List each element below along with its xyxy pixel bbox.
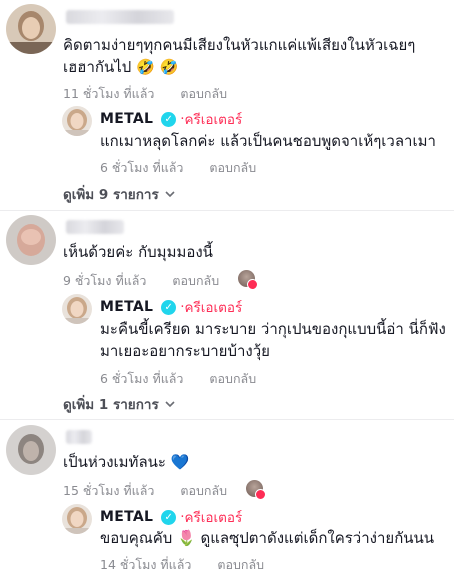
reply-button[interactable]: ตอบกลับ <box>217 557 264 572</box>
avatar-image <box>62 106 92 136</box>
creator-liked-avatar <box>238 270 258 290</box>
view-more-label: ดูเพิ่ม 9 รายการ <box>63 187 159 203</box>
reply-timestamp: 14 ชั่วโมง ที่แล้ว <box>100 557 192 572</box>
creator-label: ครีเอเตอร์ <box>184 300 243 316</box>
comment-meta: 9 ชั่วโมง ที่แล้ว ตอบกลับ <box>63 271 219 291</box>
creator-label: ครีเอเตอร์ <box>184 510 243 526</box>
creator-avatar[interactable] <box>62 504 92 534</box>
creator-liked-avatar <box>246 480 266 500</box>
comment-timestamp: 9 ชั่วโมง ที่แล้ว <box>63 273 147 288</box>
verified-icon: ✓ <box>161 111 177 127</box>
comment-text: คิดตามง่ายๆทุกคนมีเสียงในหัวแกแค่แพ้เสีย… <box>63 36 416 76</box>
heart-badge-icon <box>255 489 266 500</box>
reply-header: METAL ✓ · ครีเอเตอร์ <box>100 296 242 318</box>
view-more-replies-button[interactable]: ดูเพิ่ม 9 รายการ <box>63 183 175 205</box>
comment-timestamp: 15 ชั่วโมง ที่แล้ว <box>63 483 155 498</box>
creator-name[interactable]: METAL <box>100 111 153 127</box>
commenter-avatar[interactable] <box>6 4 56 54</box>
commenter-name-redacted[interactable] <box>66 220 124 234</box>
avatar-image <box>62 504 92 534</box>
chevron-down-icon <box>165 188 175 201</box>
creator-avatar[interactable] <box>62 106 92 136</box>
creator-avatar[interactable] <box>62 294 92 324</box>
reply-header: METAL ✓ · ครีเอเตอร์ <box>100 506 242 528</box>
view-more-replies-button[interactable]: ดูเพิ่ม 1 รายการ <box>63 393 175 415</box>
reply-meta: 14 ชั่วโมง ที่แล้ว ตอบกลับ <box>100 555 264 575</box>
reply-button[interactable]: ตอบกลับ <box>209 371 256 386</box>
commenter-avatar[interactable] <box>6 425 56 475</box>
creator-name[interactable]: METAL <box>100 299 153 315</box>
reply-meta: 6 ชั่วโมง ที่แล้ว ตอบกลับ <box>100 369 256 389</box>
avatar-image <box>6 4 56 54</box>
avatar-image <box>6 425 56 475</box>
reply-button[interactable]: ตอบกลับ <box>180 483 227 498</box>
avatar-image <box>62 294 92 324</box>
reply-text: แกเมาหลุดโลกค่ะ แล้วเป็นคนชอบพูดจาเห้ๆเว… <box>100 132 436 150</box>
reply-text: มะคืนขี้เครียด มาระบาย ว่ากุเปนของกุแบบน… <box>100 320 446 360</box>
creator-name[interactable]: METAL <box>100 509 153 525</box>
comment-text: เห็นด้วยค่ะ กับมุมมองนี้ <box>63 243 213 261</box>
comment-meta: 11 ชั่วโมง ที่แล้ว ตอบกลับ <box>63 84 227 104</box>
reply-timestamp: 6 ชั่วโมง ที่แล้ว <box>100 160 184 175</box>
comment-timestamp: 11 ชั่วโมง ที่แล้ว <box>63 86 155 101</box>
chevron-down-icon <box>165 398 175 411</box>
thread-divider <box>0 210 454 211</box>
comment-meta: 15 ชั่วโมง ที่แล้ว ตอบกลับ <box>63 481 227 501</box>
reply-button[interactable]: ตอบกลับ <box>180 86 227 101</box>
reply-header: METAL ✓ · ครีเอเตอร์ <box>100 108 242 130</box>
creator-label: ครีเอเตอร์ <box>184 112 243 128</box>
thread-divider <box>0 419 454 420</box>
commenter-name-redacted[interactable] <box>66 430 92 444</box>
reply-meta: 6 ชั่วโมง ที่แล้ว ตอบกลับ <box>100 158 256 178</box>
commenter-name-redacted[interactable] <box>66 10 174 24</box>
commenter-avatar[interactable] <box>6 215 56 265</box>
avatar-image <box>6 215 56 265</box>
reply-timestamp: 6 ชั่วโมง ที่แล้ว <box>100 371 184 386</box>
heart-badge-icon <box>247 279 258 290</box>
view-more-label: ดูเพิ่ม 1 รายการ <box>63 397 159 413</box>
reply-button[interactable]: ตอบกลับ <box>172 273 219 288</box>
verified-icon: ✓ <box>161 299 177 315</box>
verified-icon: ✓ <box>161 509 177 525</box>
reply-text: ขอบคุณคับ 🌷 ดูแลซุปตาดังแต่เด็กใครว่าง่า… <box>100 529 435 547</box>
comment-text: เป็นห่วงเมทัลนะ 💙 <box>63 453 190 471</box>
reply-button[interactable]: ตอบกลับ <box>209 160 256 175</box>
